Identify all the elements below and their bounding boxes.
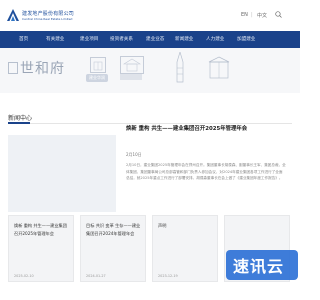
brand-tile-2-label xyxy=(120,74,142,80)
news-section-title: 新闻中心 xyxy=(8,115,33,122)
estate-icon[interactable] xyxy=(206,56,232,82)
news-card-date: 2025-02-10 xyxy=(14,274,34,278)
news-card[interactable]: 声明 2023-12-19 xyxy=(152,215,218,282)
feature-news-date: 2月10日 xyxy=(126,152,142,157)
brand-jiudianhuarun[interactable]: 建业华润 xyxy=(86,74,108,82)
watermark-text: 速讯云 xyxy=(233,257,285,276)
news-card[interactable]: 目标 共识 变革 生存——建业集团召开2024年管理年会 2024-01-27 xyxy=(80,215,146,282)
search-icon[interactable] xyxy=(275,11,282,18)
language-cn-link[interactable]: 中文 xyxy=(257,12,267,19)
main-navigation: 首页 有关建业 建业项目 投资者关系 建业业态 新闻建业 人力建业 加盟建业 xyxy=(0,31,300,48)
news-card-date: 2024-01-27 xyxy=(86,274,106,278)
language-en-link[interactable]: EN xyxy=(241,12,248,18)
header: 建发地产股份有限公司 Central China Real Estate Lim… xyxy=(0,0,300,30)
company-name-cn: 建发地产股份有限公司 xyxy=(22,11,75,17)
news-card-title[interactable]: 目标 共识 变革 生存——建业集团召开2024年管理年会 xyxy=(86,222,142,238)
brand-tile-1[interactable] xyxy=(90,57,106,73)
company-name-en: Central China Real Estate Limited xyxy=(22,17,73,21)
nav-item-news[interactable]: 新闻建业 xyxy=(175,31,193,48)
brand-shihefu[interactable]: 世和府 xyxy=(20,58,65,78)
pavilion-icon xyxy=(122,58,142,72)
building-icon xyxy=(93,61,103,71)
feature-news-summary: 2月10日，建业集团2025年管理年会在郑州召开。集团董事长胡葆森、副董事长王军… xyxy=(126,163,286,180)
news-card-title[interactable]: 声明 xyxy=(158,222,214,230)
news-card[interactable]: 焕新 重构 共生——建业集团召开2025年管理年会 2025-02-10 xyxy=(8,215,74,282)
language-separator: | xyxy=(251,12,253,18)
news-card-date: 2023-12-19 xyxy=(158,274,178,278)
nav-item-careers[interactable]: 人力建业 xyxy=(206,31,224,48)
nav-item-projects[interactable]: 建业项目 xyxy=(80,31,98,48)
feature-news-image[interactable] xyxy=(8,135,116,212)
news-card-title[interactable]: 焕新 重构 共生——建业集团召开2025年管理年会 xyxy=(14,222,70,238)
nav-item-join[interactable]: 加盟建业 xyxy=(237,31,255,48)
nav-item-about[interactable]: 有关建业 xyxy=(46,31,64,48)
section-accent-bar xyxy=(8,122,30,124)
brand-tile-2[interactable] xyxy=(120,56,144,74)
shihefu-seal-icon xyxy=(8,62,18,74)
nav-item-investors[interactable]: 投资者关系 xyxy=(110,31,133,48)
nav-item-home[interactable]: 首页 xyxy=(19,31,28,48)
tower-icon[interactable] xyxy=(174,52,186,84)
feature-news-title[interactable]: 焕新 重构 共生——建业集团召开2025年管理年会 xyxy=(126,124,247,132)
nav-item-business[interactable]: 建业业态 xyxy=(146,31,164,48)
company-logo-icon[interactable] xyxy=(7,9,19,21)
